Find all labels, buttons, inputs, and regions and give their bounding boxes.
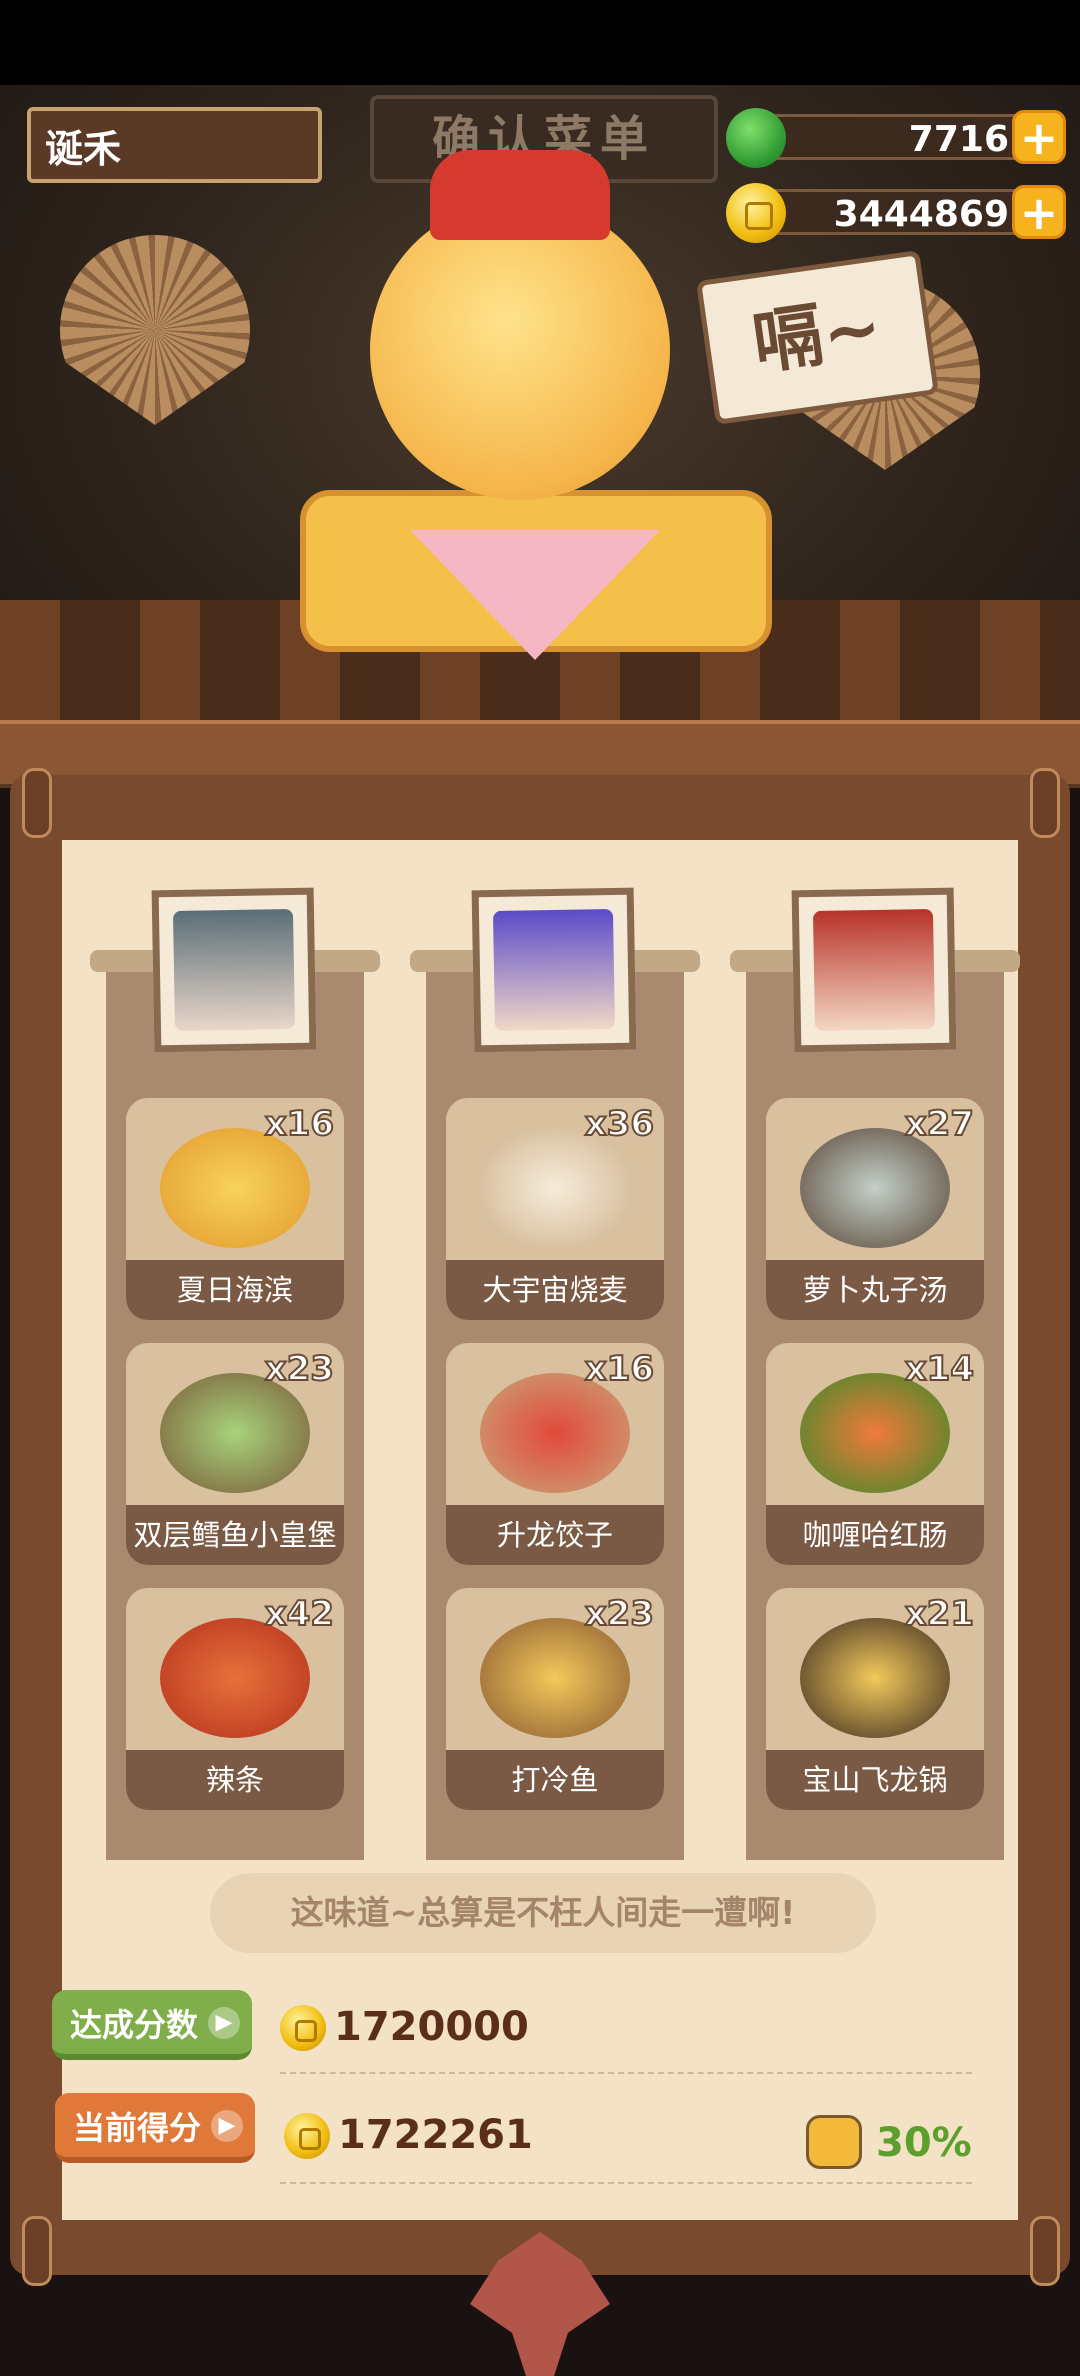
dish-image xyxy=(800,1373,950,1493)
jade-icon xyxy=(726,108,786,168)
dish-card[interactable]: x23 打冷鱼 xyxy=(446,1588,664,1810)
target-score-value: 1720000 xyxy=(334,2004,529,2050)
current-score-tag: 当前得分 ▶ xyxy=(55,2093,255,2163)
dish-count: x16 xyxy=(584,1348,655,1390)
jade-resource: 7716 + xyxy=(726,108,1066,168)
gold-coin-icon xyxy=(284,2113,330,2159)
player-name[interactable]: 诞禾 xyxy=(27,107,322,183)
bonus-pot-icon xyxy=(806,2115,862,2169)
character-portrait-2[interactable] xyxy=(471,887,637,1053)
bonus-percent-value: 30% xyxy=(876,2120,972,2166)
dish-count: x23 xyxy=(584,1593,655,1635)
dish-name: 升龙饺子 xyxy=(446,1505,664,1565)
dish-name: 辣条 xyxy=(126,1750,344,1810)
gold-count: 3444869 xyxy=(766,189,1030,235)
dish-card[interactable]: x16 升龙饺子 xyxy=(446,1343,664,1565)
divider xyxy=(280,2072,972,2074)
jade-count: 7716 xyxy=(766,114,1030,160)
dish-card[interactable]: x42 辣条 xyxy=(126,1588,344,1810)
dish-name: 萝卜丸子汤 xyxy=(766,1260,984,1320)
mascot-character[interactable] xyxy=(370,200,670,500)
dish-card[interactable]: x27 萝卜丸子汤 xyxy=(766,1098,984,1320)
dish-count: x21 xyxy=(904,1593,975,1635)
dish-card[interactable]: x14 咖喱哈红肠 xyxy=(766,1343,984,1565)
arrow-right-icon: ▶ xyxy=(211,2110,243,2142)
character-portrait-3[interactable] xyxy=(791,887,957,1053)
dish-image xyxy=(480,1618,630,1738)
dish-image xyxy=(160,1128,310,1248)
divider xyxy=(280,2182,972,2184)
dish-image xyxy=(800,1128,950,1248)
dish-card[interactable]: x21 宝山飞龙锅 xyxy=(766,1588,984,1810)
dish-card[interactable]: x23 双层鳕鱼小皇堡 xyxy=(126,1343,344,1565)
dish-name: 双层鳕鱼小皇堡 xyxy=(126,1505,344,1565)
mascot-hat xyxy=(430,150,610,240)
scroll-pin xyxy=(22,768,52,838)
dish-image xyxy=(480,1373,630,1493)
scroll-pin xyxy=(1030,768,1060,838)
scroll-pin xyxy=(22,2216,52,2286)
gold-resource: 3444869 + xyxy=(726,183,1066,243)
add-gold-button[interactable]: + xyxy=(1012,185,1066,239)
speech-bubble: 嗝~ xyxy=(696,250,939,425)
dish-count: x27 xyxy=(904,1103,975,1145)
arrow-right-icon: ▶ xyxy=(208,2007,240,2039)
target-score-label: 达成分数 xyxy=(70,2006,199,2044)
dish-card[interactable]: x16 夏日海滨 xyxy=(126,1098,344,1320)
dish-name: 宝山飞龙锅 xyxy=(766,1750,984,1810)
dish-image xyxy=(480,1128,630,1248)
character-portrait-1[interactable] xyxy=(151,887,317,1053)
character-quote: 这味道~总算是不枉人间走一遭啊! xyxy=(210,1873,876,1953)
dish-name: 咖喱哈红肠 xyxy=(766,1505,984,1565)
dish-name: 夏日海滨 xyxy=(126,1260,344,1320)
dish-count: x16 xyxy=(264,1103,335,1145)
add-jade-button[interactable]: + xyxy=(1012,110,1066,164)
gold-coin-icon xyxy=(280,2005,326,2051)
dish-card[interactable]: x36 大宇宙烧麦 xyxy=(446,1098,664,1320)
scroll-pin xyxy=(1030,2216,1060,2286)
dish-count: x23 xyxy=(264,1348,335,1390)
dish-image xyxy=(800,1618,950,1738)
current-score-label: 当前得分 xyxy=(73,2109,202,2147)
dish-name: 大宇宙烧麦 xyxy=(446,1260,664,1320)
bonus-percent: 30% xyxy=(806,2113,976,2173)
dish-image xyxy=(160,1618,310,1738)
target-score: 1720000 xyxy=(280,1997,529,2057)
current-score: 1722261 xyxy=(284,2105,533,2165)
dish-name: 打冷鱼 xyxy=(446,1750,664,1810)
dish-count: x14 xyxy=(904,1348,975,1390)
target-score-tag: 达成分数 ▶ xyxy=(52,1990,252,2060)
fan-left-decoration xyxy=(60,235,250,425)
current-score-value: 1722261 xyxy=(338,2112,533,2158)
dish-count: x42 xyxy=(264,1593,335,1635)
dish-count: x36 xyxy=(584,1103,655,1145)
status-bar xyxy=(0,0,1080,85)
gold-coin-icon xyxy=(726,183,786,243)
dish-image xyxy=(160,1373,310,1493)
